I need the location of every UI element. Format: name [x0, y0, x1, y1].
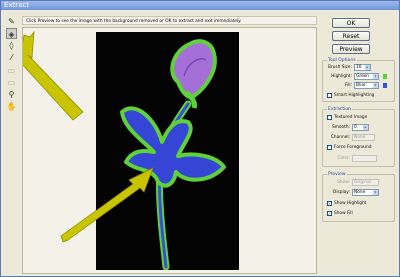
show-fill-label: Show Fill — [334, 211, 353, 216]
channel-value: None — [354, 135, 366, 140]
arrow-to-fill-tool — [23, 30, 84, 121]
window-title: Extract — [1, 1, 399, 10]
zoom-icon[interactable]: ⚲ — [6, 89, 17, 100]
force-foreground-label: Force Foreground — [334, 145, 372, 150]
show-fill-checkbox[interactable]: ✓ — [327, 211, 332, 216]
preview-area[interactable] — [22, 27, 317, 274]
image-canvas[interactable] — [96, 32, 239, 271]
show-label: Show: — [337, 180, 350, 185]
show-value: Original — [354, 180, 371, 185]
brush-size-label: Brush Size: — [327, 65, 352, 70]
show-select[interactable]: Original — [352, 179, 379, 186]
channel-select[interactable]: None — [352, 134, 375, 141]
eyedropper-icon[interactable]: ⁄ — [6, 52, 17, 63]
display-select[interactable]: None ▾ — [352, 189, 379, 196]
force-foreground-checkbox[interactable] — [327, 145, 332, 150]
chevron-down-icon[interactable]: ▾ — [373, 74, 378, 79]
smooth-label: Smooth: — [331, 125, 350, 130]
display-label: Display: — [333, 190, 350, 195]
chevron-down-icon[interactable]: ▾ — [373, 83, 378, 88]
fill-select[interactable]: Blue ▾ — [354, 82, 379, 89]
chevron-right-icon[interactable]: ▸ — [363, 125, 368, 130]
highlight-select[interactable]: Green ▾ — [354, 73, 379, 80]
eraser-icon[interactable]: ◊ — [6, 40, 17, 51]
highlight-label: Highlight: — [331, 74, 352, 79]
extract-dialog: Extract ✎ ◈ ◊ ⁄ ▭ ▭ ⚲ ✋ Click Preview to… — [0, 0, 400, 277]
toolbox: ✎ ◈ ◊ ⁄ ▭ ▭ ⚲ ✋ — [3, 15, 20, 270]
highlight-value: Green — [356, 74, 370, 79]
preview-group: Preview Show: Original Display: None ▾ ✓ … — [322, 171, 395, 222]
brush-size-input[interactable]: 10 ▸ — [354, 64, 371, 71]
color-label: Color: — [337, 156, 350, 161]
color-swatch-box[interactable] — [352, 155, 377, 162]
rose-image — [120, 39, 226, 271]
info-bar: Click Preview to see the image with the … — [22, 16, 317, 25]
display-value: None — [354, 190, 366, 195]
smooth-input[interactable]: 0 ▸ — [352, 124, 369, 131]
smooth-value: 0 — [354, 125, 357, 130]
show-highlight-label: Show Highlight — [334, 201, 367, 206]
preview-button[interactable]: Preview — [332, 44, 370, 54]
fill-color-swatch — [383, 83, 387, 88]
reset-button[interactable]: Reset — [332, 31, 370, 41]
fill-label: Fill: — [344, 83, 352, 88]
brush-size-value: 10 — [356, 65, 362, 70]
cleanup-tool-icon[interactable]: ▭ — [6, 65, 17, 76]
hand-icon[interactable]: ✋ — [6, 101, 17, 112]
channel-label: Channel: — [330, 135, 350, 140]
preview-title: Preview — [327, 171, 347, 178]
ok-button[interactable]: OK — [332, 18, 370, 28]
fill-value: Blue — [356, 83, 366, 88]
edge-highlighter-icon[interactable]: ✎ — [6, 16, 17, 27]
smart-highlighting-label: Smart Highlighting — [334, 93, 375, 98]
tool-options-title: Tool Options — [327, 57, 357, 64]
edge-touchup-icon[interactable]: ▭ — [6, 77, 17, 88]
chevron-down-icon[interactable]: ▾ — [373, 190, 378, 195]
extraction-group: Extraction Textured Image Smooth: 0 ▸ Cha… — [322, 106, 395, 167]
textured-image-label: Textured Image — [334, 115, 368, 120]
fill-tool-icon[interactable]: ◈ — [6, 28, 17, 39]
extraction-title: Extraction — [327, 106, 352, 113]
smart-highlighting-checkbox[interactable] — [327, 93, 332, 98]
show-highlight-checkbox[interactable]: ✓ — [327, 201, 332, 206]
textured-image-checkbox[interactable] — [327, 115, 332, 120]
chevron-right-icon[interactable]: ▸ — [365, 65, 370, 70]
highlight-color-swatch — [383, 74, 387, 79]
tool-options-group: Tool Options Brush Size: 10 ▸ Highlight: … — [322, 57, 395, 102]
